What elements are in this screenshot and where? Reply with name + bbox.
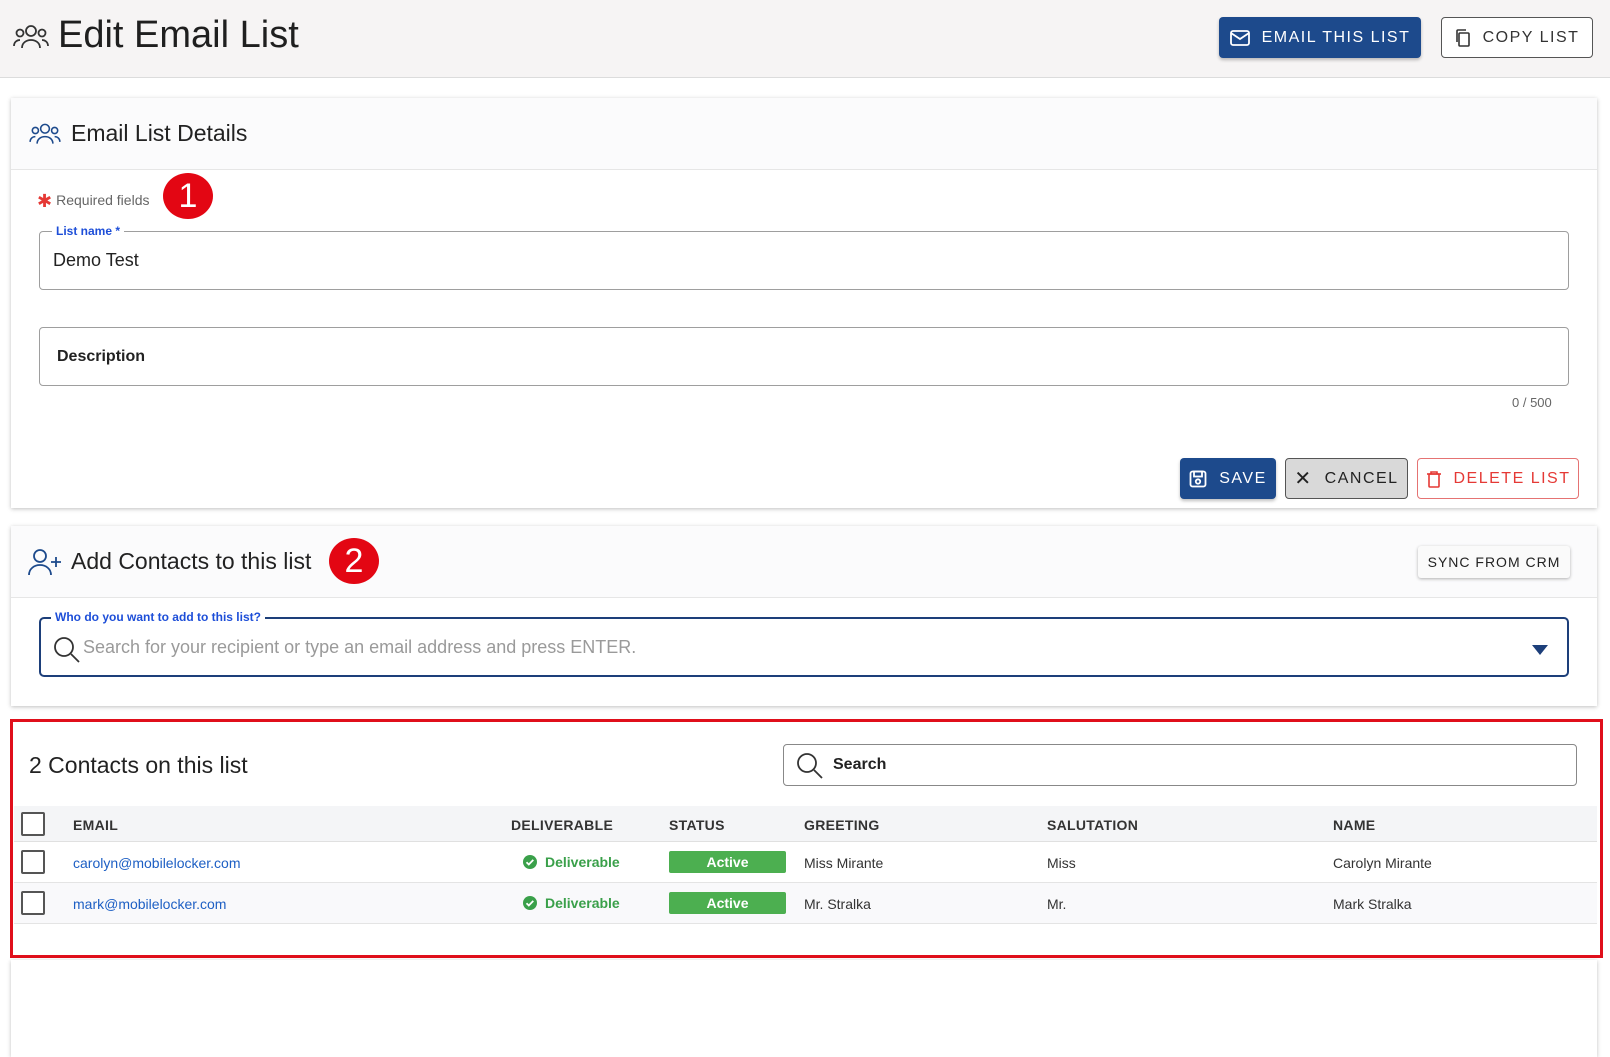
required-fields-note: ✱ Required fields: [37, 191, 149, 212]
details-card-header: Email List Details: [11, 98, 1597, 170]
table-header: EMAIL DELIVERABLE STATUS GREETING SALUTA…: [14, 806, 1597, 842]
deliverable-label: Deliverable: [545, 854, 620, 870]
table-row[interactable]: carolyn@mobilelocker.com Deliverable Act…: [14, 842, 1597, 883]
annotation-badge-1: 1: [163, 173, 213, 219]
recipient-search-label: Who do you want to add to this list?: [51, 610, 265, 624]
recipient-search-combobox[interactable]: Who do you want to add to this list? Sea…: [39, 610, 1569, 677]
add-user-icon: [28, 549, 61, 576]
column-header-name[interactable]: NAME: [1333, 817, 1375, 833]
list-name-input[interactable]: Demo Test: [53, 250, 139, 271]
contacts-search-placeholder: Search: [833, 756, 887, 773]
copy-list-button[interactable]: COPY LIST: [1441, 17, 1593, 58]
name-cell: Carolyn Mirante: [1333, 855, 1432, 871]
check-circle-icon: [523, 896, 537, 910]
mail-icon: [1229, 29, 1250, 46]
search-icon: [797, 753, 823, 779]
column-header-status[interactable]: STATUS: [669, 817, 725, 833]
deliverable-label: Deliverable: [545, 895, 620, 911]
select-all-checkbox[interactable]: [21, 812, 45, 836]
greeting-cell: Miss Mirante: [804, 855, 884, 871]
row-checkbox[interactable]: [21, 891, 45, 915]
salutation-cell: Mr.: [1047, 896, 1067, 912]
close-icon: ✕: [1294, 468, 1313, 490]
delete-list-button[interactable]: DELETE LIST: [1417, 458, 1579, 499]
add-contacts-title: Add Contacts to this list: [71, 548, 312, 574]
contact-email-link[interactable]: carolyn@mobilelocker.com: [73, 855, 241, 871]
contact-email-link[interactable]: mark@mobilelocker.com: [73, 896, 226, 912]
copy-list-label: COPY LIST: [1482, 28, 1580, 46]
recipient-search-input[interactable]: Search for your recipient or type an ema…: [83, 637, 636, 658]
save-label: SAVE: [1219, 469, 1267, 487]
deliverable-status: Deliverable: [523, 854, 620, 870]
description-label: Description: [57, 348, 146, 365]
top-bar: Edit Email List EMAIL THIS LIST COPY LIS…: [0, 0, 1610, 78]
email-this-list-button[interactable]: EMAIL THIS LIST: [1219, 17, 1421, 58]
required-asterisk-icon: ✱: [37, 191, 53, 211]
name-cell: Mark Stralka: [1333, 896, 1412, 912]
description-char-counter: 0 / 500: [1512, 395, 1552, 410]
copy-icon: [1455, 28, 1470, 47]
column-header-greeting[interactable]: GREETING: [804, 817, 880, 833]
status-badge: Active: [669, 851, 786, 873]
details-card-title: Email List Details: [71, 120, 248, 146]
users-icon: [29, 123, 61, 144]
email-list-details-card: Email List Details: [11, 98, 1597, 508]
chevron-down-icon[interactable]: [1532, 645, 1548, 655]
row-checkbox[interactable]: [21, 850, 45, 874]
lower-card-area: [11, 960, 1597, 1057]
column-header-deliverable[interactable]: DELIVERABLE: [511, 817, 613, 833]
description-field[interactable]: Description: [39, 327, 1569, 386]
contacts-count-title: 2 Contacts on this list: [29, 752, 248, 778]
required-fields-text: Required fields: [56, 192, 150, 208]
search-icon: [54, 637, 80, 663]
list-name-label: List name *: [52, 224, 125, 238]
deliverable-status: Deliverable: [523, 895, 620, 911]
greeting-cell: Mr. Stralka: [804, 896, 871, 912]
column-header-salutation[interactable]: SALUTATION: [1047, 817, 1138, 833]
add-contacts-card-header: Add Contacts to this list: [11, 526, 1597, 598]
list-name-field[interactable]: List name * Demo Test: [39, 224, 1569, 290]
check-circle-icon: [523, 855, 537, 869]
trash-icon: [1426, 470, 1441, 488]
cancel-label: CANCEL: [1324, 469, 1399, 487]
cancel-button[interactable]: ✕ CANCEL: [1285, 458, 1408, 499]
column-header-email[interactable]: EMAIL: [73, 817, 118, 833]
table-row[interactable]: mark@mobilelocker.com Deliverable Active…: [14, 883, 1597, 924]
save-button[interactable]: SAVE: [1180, 458, 1276, 499]
users-icon: [13, 25, 49, 49]
email-this-list-label: EMAIL THIS LIST: [1261, 28, 1411, 46]
sync-from-crm-button[interactable]: SYNC FROM CRM: [1418, 546, 1570, 578]
annotation-badge-2: 2: [329, 538, 379, 584]
page-title: Edit Email List: [58, 14, 299, 56]
status-badge: Active: [669, 892, 786, 914]
contacts-search-input[interactable]: Search: [783, 744, 1577, 786]
delete-list-label: DELETE LIST: [1453, 469, 1571, 487]
salutation-cell: Miss: [1047, 855, 1076, 871]
save-icon: [1189, 470, 1207, 487]
